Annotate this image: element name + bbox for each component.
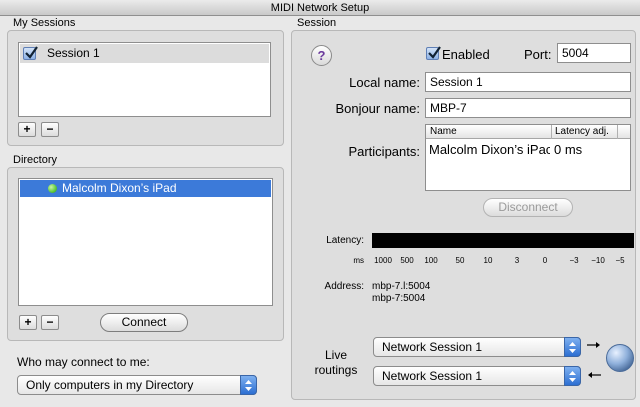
directory-item-label: Malcolm Dixon’s iPad [62, 181, 177, 195]
bonjour-name-label: Bonjour name: [335, 101, 420, 116]
remove-directory-button[interactable]: − [41, 315, 59, 330]
enabled-checkbox[interactable] [426, 46, 441, 60]
my-sessions-group: Session 1 + − [7, 30, 284, 146]
help-button[interactable]: ? [311, 45, 332, 66]
window-title-bar: MIDI Network Setup [0, 0, 640, 16]
latency-tick: −10 [591, 256, 605, 265]
add-directory-button[interactable]: + [19, 315, 37, 330]
participants-label: Participants: [348, 144, 420, 159]
my-sessions-heading: My Sessions [13, 17, 76, 29]
window-title: MIDI Network Setup [270, 2, 370, 14]
session-enabled-checkbox[interactable] [23, 46, 38, 60]
local-name-label: Local name: [349, 75, 420, 90]
participant-name: Malcolm Dixon’s iPac [429, 142, 550, 157]
latency-tick: 1000 [374, 256, 392, 265]
routing-in-value: Network Session 1 [382, 340, 483, 354]
table-row[interactable]: Malcolm Dixon’s iPac 0 ms [426, 140, 630, 158]
directory-heading: Directory [13, 154, 58, 166]
column-header-name[interactable]: Name [430, 126, 457, 137]
latency-meter [372, 233, 634, 248]
latency-unit: ms [353, 256, 364, 265]
routing-in-popup[interactable]: Network Session 1 [373, 337, 581, 357]
routing-out-value: Network Session 1 [382, 369, 483, 383]
disconnect-button[interactable]: Disconnect [483, 198, 573, 217]
connect-button[interactable]: Connect [100, 313, 188, 332]
popup-arrows-icon [564, 337, 581, 357]
participant-latency: 0 ms [554, 142, 583, 157]
enabled-label: Enabled [442, 47, 490, 62]
latency-tick: 500 [400, 256, 414, 265]
latency-tick: 3 [514, 256, 520, 265]
list-item[interactable]: Malcolm Dixon’s iPad [20, 180, 271, 197]
live-routings-label-line2: routings [314, 363, 358, 377]
latency-tick: 50 [455, 256, 465, 265]
directory-group: Malcolm Dixon’s iPad + − Connect [7, 167, 284, 341]
column-divider [617, 125, 618, 139]
local-name-field[interactable]: Session 1 [425, 72, 631, 92]
add-session-button[interactable]: + [18, 122, 36, 137]
remove-session-button[interactable]: − [41, 122, 59, 137]
latency-tick: −3 [569, 256, 579, 265]
session-label: Session 1 [47, 46, 100, 60]
port-field[interactable]: 5004 [557, 43, 631, 63]
session-heading: Session [297, 17, 337, 29]
arrow-left-icon [586, 369, 602, 383]
address-label: Address: [324, 281, 364, 292]
latency-tick: 0 [542, 256, 548, 265]
routing-out-popup[interactable]: Network Session 1 [373, 366, 581, 386]
participants-header: Name Latency adj. [426, 125, 630, 139]
who-may-connect-label: Who may connect to me: [17, 355, 150, 369]
column-divider [551, 125, 552, 139]
column-header-latency[interactable]: Latency adj. [555, 126, 609, 137]
bonjour-name-field[interactable]: MBP-7 [425, 98, 631, 118]
live-routings-label-line1: Live [324, 348, 347, 362]
participants-table[interactable]: Name Latency adj. Malcolm Dixon’s iPac 0… [425, 124, 631, 191]
arrow-right-icon [586, 339, 602, 353]
sessions-list[interactable]: Session 1 [18, 42, 271, 117]
address-line: mbp-7:5004 [372, 293, 426, 304]
latency-tick: −5 [615, 256, 625, 265]
network-globe-icon [606, 344, 634, 372]
popup-arrows-icon [564, 366, 581, 386]
who-may-connect-value: Only computers in my Directory [26, 378, 194, 392]
who-may-connect-popup[interactable]: Only computers in my Directory [17, 375, 257, 395]
latency-label: Latency: [326, 235, 364, 246]
address-line: mbp-7.l:5004 [372, 281, 431, 292]
session-group: ? Enabled Port: 5004 Local name: Session… [291, 30, 636, 400]
list-item[interactable]: Session 1 [20, 44, 269, 63]
popup-arrows-icon [240, 375, 257, 395]
latency-tick: 10 [483, 256, 493, 265]
online-status-icon [48, 184, 57, 193]
port-label: Port: [524, 47, 552, 62]
directory-list[interactable]: Malcolm Dixon’s iPad [18, 178, 273, 306]
latency-tick: 100 [424, 256, 438, 265]
